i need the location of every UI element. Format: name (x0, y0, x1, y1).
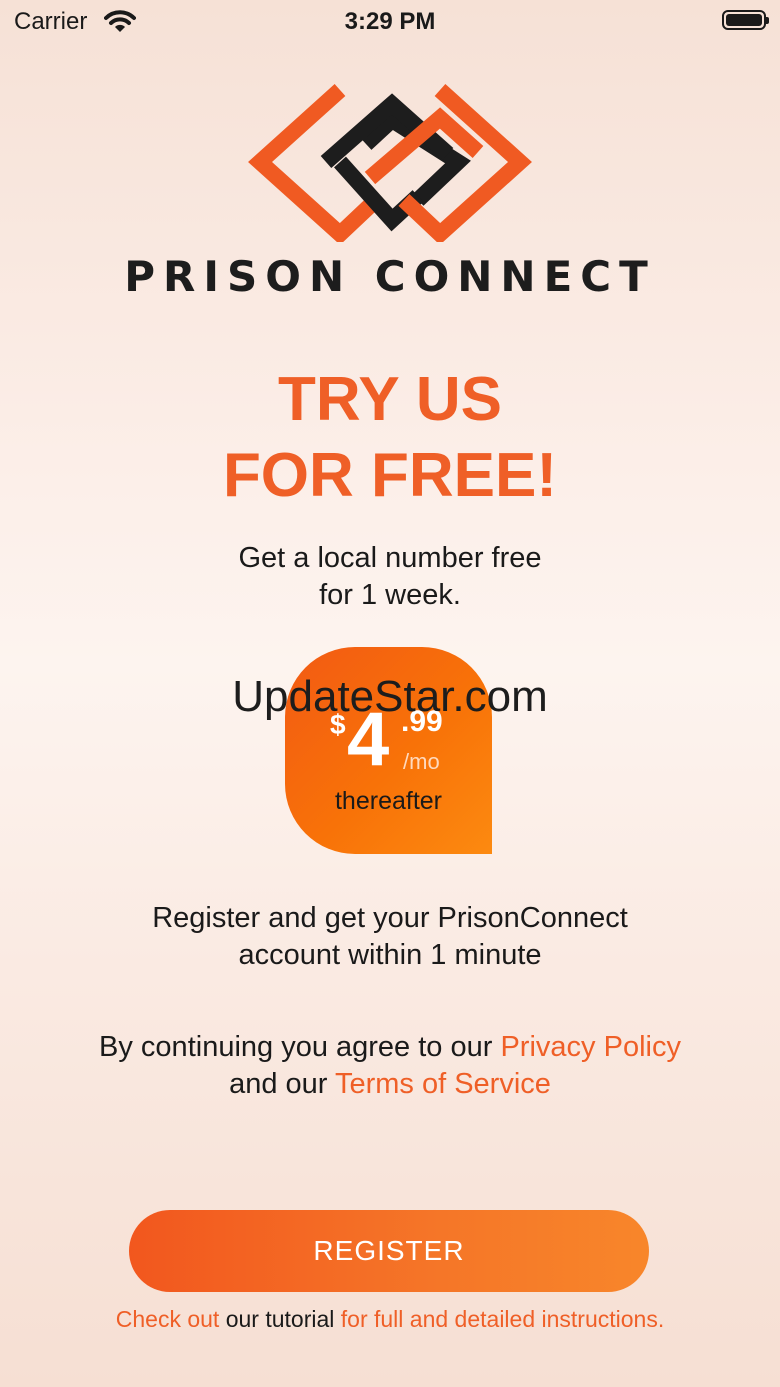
legal-middle: and our (229, 1068, 335, 1100)
legal-line-1: By continuing you agree to our Privacy P… (0, 1029, 780, 1066)
promo-subtext: Get a local number free for 1 week. (0, 540, 780, 614)
register-info: Register and get your PrisonConnect acco… (0, 900, 780, 974)
status-bar: Carrier 3:29 PM (0, 0, 780, 44)
privacy-policy-link[interactable]: Privacy Policy (500, 1031, 681, 1063)
tutorial-text: Check out our tutorial for full and deta… (0, 1306, 780, 1333)
headline-line-2: FOR FREE! (222, 441, 558, 510)
price-period: /mo (403, 749, 440, 774)
legal-prefix: By continuing you agree to our (99, 1031, 501, 1063)
brand-name: PRISON CONNECT (124, 252, 656, 301)
price-badge: $ 4 .99 /mo thereafter (285, 647, 492, 854)
register-button[interactable]: REGISTER (129, 1210, 649, 1292)
price-cents: .99 (401, 705, 443, 738)
legal-notice: By continuing you agree to our Privacy P… (0, 1029, 780, 1103)
register-info-line-1: Register and get your PrisonConnect (152, 902, 628, 934)
prison-connect-logo-icon (248, 84, 532, 242)
tutorial-instructions-link[interactable]: for full and detailed instructions. (341, 1306, 664, 1332)
subtext-line-1: Get a local number free (238, 542, 542, 574)
tutorial-middle: our tutorial (219, 1306, 341, 1332)
price-amount: 4 (347, 697, 390, 782)
terms-of-service-link[interactable]: Terms of Service (335, 1068, 551, 1100)
subtext-line-2: for 1 week. (319, 579, 461, 611)
check-out-link[interactable]: Check out (116, 1306, 220, 1332)
status-time: 3:29 PM (344, 8, 436, 35)
headline-line-1: TRY US (278, 365, 502, 434)
battery-icon (722, 10, 769, 30)
promo-headline: TRY US FOR FREE! (0, 362, 780, 514)
register-info-line-2: account within 1 minute (238, 939, 542, 971)
legal-line-2: and our Terms of Service (0, 1066, 780, 1103)
price-note: thereafter (334, 787, 442, 815)
price-currency: $ (330, 709, 346, 740)
